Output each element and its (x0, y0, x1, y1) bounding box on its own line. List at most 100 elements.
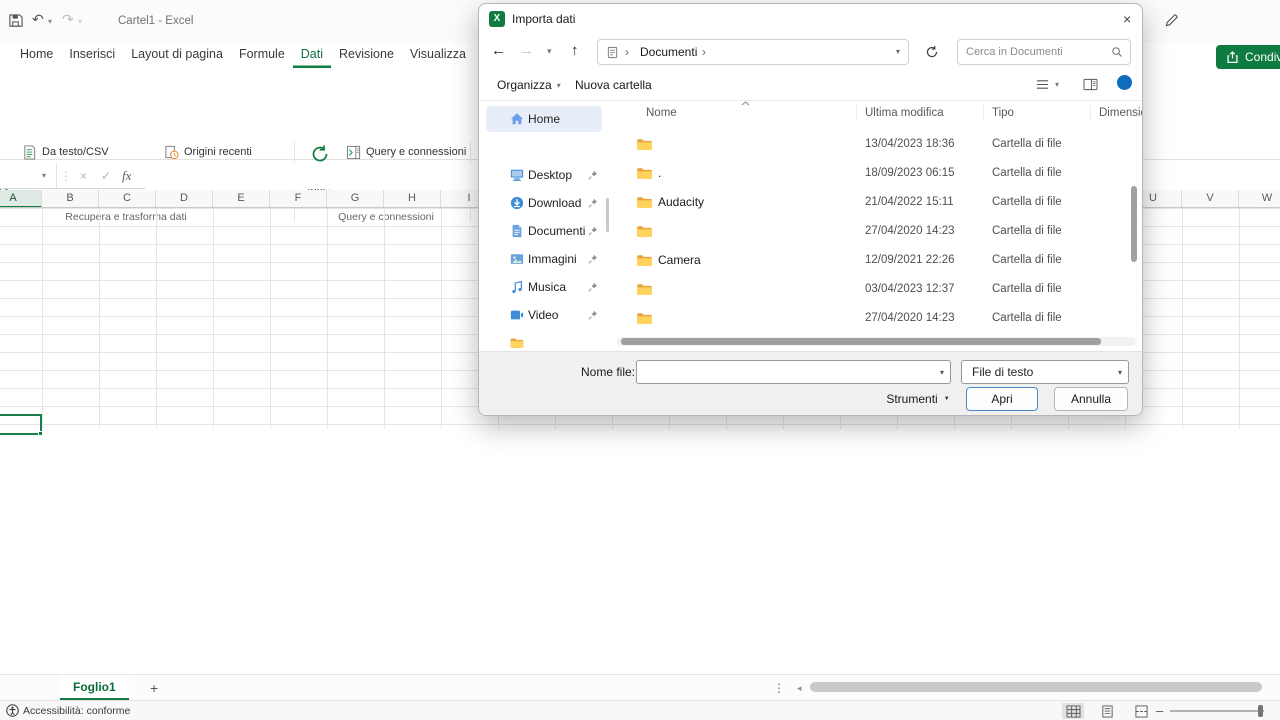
header-separator[interactable] (856, 105, 857, 121)
recent-locations-icon[interactable]: ▾ (547, 46, 552, 57)
column-header-nome[interactable]: Nome (646, 107, 677, 119)
help-icon[interactable] (1117, 75, 1132, 90)
fx-icon[interactable]: fx (122, 163, 131, 189)
sidebar-item-desktop[interactable]: Desktop (486, 162, 602, 188)
tab-layout-di-pagina[interactable]: Layout di pagina (123, 42, 231, 68)
new-folder-button[interactable]: Nuova cartella (575, 78, 652, 92)
sidebar-desktop-label: Desktop (528, 162, 572, 188)
horizontal-scrollbar-thumb[interactable] (810, 682, 1262, 692)
hscroll-left-arrow[interactable]: ◂ (797, 675, 802, 701)
refresh-icon[interactable] (925, 45, 939, 59)
column-header-dimensione[interactable]: Dimensione (1099, 107, 1143, 119)
file-row[interactable]: 03/04/2023 12:37 Cartella di file (611, 275, 1131, 304)
undo-dropdown-icon[interactable]: ▾ (48, 17, 52, 26)
zoom-slider-thumb[interactable] (1258, 705, 1263, 717)
save-button[interactable] (8, 13, 23, 28)
sidebar-item-home[interactable]: Home (486, 106, 602, 132)
filename-dropdown-icon[interactable]: ▾ (940, 368, 944, 377)
column-header-H[interactable]: H (384, 190, 441, 208)
sort-ascending-icon[interactable] (741, 101, 750, 106)
header-separator[interactable] (983, 105, 984, 121)
organize-button[interactable]: Organizza ▾ (497, 78, 561, 92)
column-header-G[interactable]: G (327, 190, 384, 208)
draw-icon[interactable] (1164, 13, 1179, 28)
breadcrumb-separator[interactable]: › (625, 40, 629, 64)
zoom-slider[interactable] (1170, 710, 1264, 712)
close-icon[interactable]: × (1123, 11, 1131, 27)
column-header-E[interactable]: E (213, 190, 270, 208)
search-box[interactable] (957, 39, 1131, 65)
sidebar-item-video[interactable]: Video (486, 302, 602, 328)
address-dropdown-icon[interactable]: ▾ (896, 40, 900, 64)
file-row[interactable]: 13/04/2023 18:36 Cartella di file (611, 130, 1131, 159)
name-box-dropdown-icon[interactable]: ▾ (42, 163, 46, 189)
file-row[interactable]: 27/04/2020 14:23 Cartella di file (611, 304, 1131, 333)
music-icon (510, 280, 524, 294)
search-input[interactable] (966, 42, 1106, 62)
page-break-view-button[interactable] (1130, 703, 1152, 719)
file-row[interactable]: Camera 12/09/2021 22:26 Cartella di file (611, 246, 1131, 275)
header-separator[interactable] (1090, 105, 1091, 121)
folder-icon (636, 225, 653, 238)
tab-dati[interactable]: Dati (293, 42, 331, 68)
column-header-tipo[interactable]: Tipo (992, 107, 1014, 119)
tab-inserisci[interactable]: Inserisci (61, 42, 123, 68)
share-button[interactable]: Condividi (1216, 45, 1280, 69)
name-box[interactable]: ▾ (0, 163, 57, 189)
breadcrumb-documenti[interactable]: Documenti (640, 40, 697, 64)
zoom-out-button[interactable]: – (1156, 701, 1163, 720)
open-button[interactable]: Apri (966, 387, 1038, 411)
sidebar-item-musica[interactable]: Musica (486, 274, 602, 300)
filename-input[interactable] (641, 362, 921, 382)
origini-recenti-button[interactable]: Origini recenti (164, 142, 252, 162)
sheet-tab-menu-icon[interactable]: ⋮ (773, 675, 785, 701)
text-csv-icon (22, 145, 37, 160)
page-layout-view-button[interactable] (1096, 703, 1118, 719)
sidebar-item-documenti[interactable]: Documenti (486, 218, 602, 244)
list-horizontal-scrollbar-thumb[interactable] (621, 338, 1101, 345)
file-row[interactable]: . 18/09/2023 06:15 Cartella di file (611, 159, 1131, 188)
address-bar[interactable]: › Documenti › ▾ (597, 39, 909, 65)
column-header-W[interactable]: W (1239, 190, 1280, 208)
breadcrumb-separator[interactable]: › (702, 40, 706, 64)
back-icon[interactable]: ← (491, 42, 506, 59)
filetype-dropdown-icon[interactable]: ▾ (1118, 368, 1122, 377)
list-vertical-scrollbar-thumb[interactable] (1131, 186, 1137, 262)
file-row[interactable]: 27/04/2020 14:23 Cartella di file (611, 217, 1131, 246)
up-icon[interactable]: ↑ (571, 42, 579, 59)
column-header-B[interactable]: B (42, 190, 99, 208)
sidebar-item-immagini[interactable]: Immagini (486, 246, 602, 272)
filename-combo[interactable]: ▾ (636, 360, 951, 384)
folder-icon (510, 336, 524, 350)
add-sheet-button[interactable]: + (150, 675, 158, 701)
preview-pane-button[interactable] (1083, 78, 1098, 91)
view-mode-button[interactable]: ▾ (1035, 78, 1059, 91)
tab-revisione[interactable]: Revisione (331, 42, 402, 68)
formula-bar-handle[interactable]: ⋮ (60, 163, 72, 189)
column-header-A[interactable]: A (0, 190, 42, 208)
sidebar-item-download[interactable]: Download (486, 190, 602, 216)
sidebar-scrollbar-thumb[interactable] (606, 198, 609, 232)
filetype-select[interactable]: File di testo ▾ (961, 360, 1129, 384)
accessibility-status[interactable]: Accessibilità: conforme (23, 701, 130, 720)
fill-handle[interactable] (38, 431, 43, 436)
da-testo-csv-button[interactable]: Da testo/CSV (22, 142, 109, 162)
tab-home[interactable]: Home (12, 42, 61, 68)
sheet-tab-foglio1[interactable]: Foglio1 (60, 675, 129, 700)
tab-visualizza[interactable]: Visualizza (402, 42, 474, 68)
undo-button[interactable]: ↶ (32, 11, 44, 28)
column-header-ultima-modifica[interactable]: Ultima modifica (865, 107, 944, 119)
cancel-button[interactable]: Annulla (1054, 387, 1128, 411)
file-row[interactable]: Audacity 21/04/2022 15:11 Cartella di fi… (611, 188, 1131, 217)
query-connessioni-button[interactable]: Query e connessioni (346, 142, 466, 162)
redo-dropdown-icon[interactable]: ▾ (78, 17, 82, 26)
normal-view-button[interactable] (1062, 703, 1084, 719)
column-header-V[interactable]: V (1182, 190, 1239, 208)
column-header-D[interactable]: D (156, 190, 213, 208)
redo-button[interactable]: ↷ (62, 11, 74, 28)
tools-button[interactable]: Strumenti ▼ (882, 387, 954, 411)
selected-cell-a1[interactable] (0, 414, 42, 435)
column-header-C[interactable]: C (99, 190, 156, 208)
column-header-F[interactable]: F (270, 190, 327, 208)
tab-formule[interactable]: Formule (231, 42, 293, 68)
